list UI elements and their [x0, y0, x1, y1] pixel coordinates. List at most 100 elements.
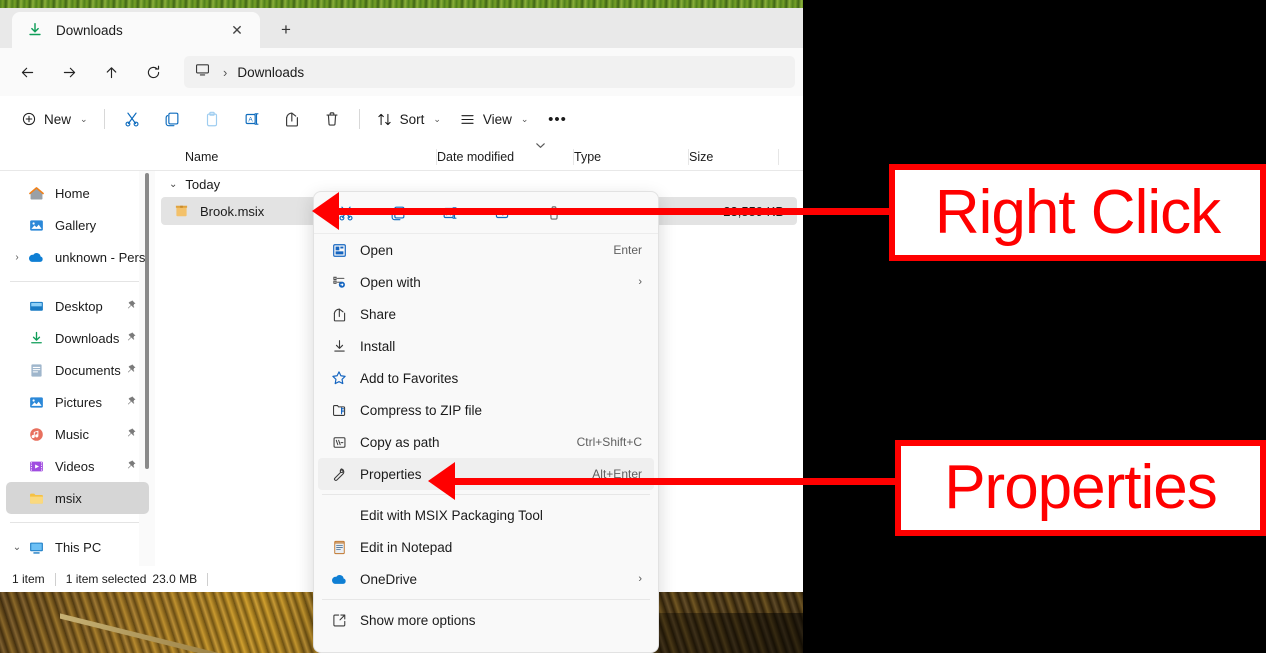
- copy-button[interactable]: [152, 103, 192, 135]
- tab-strip: Downloads ✕ +: [0, 8, 803, 48]
- screen: Downloads ✕ + › Downloads New ⌄ A Sort ⌄…: [0, 0, 1266, 653]
- address-bar[interactable]: › Downloads: [184, 56, 795, 88]
- column-header-label: Type: [574, 150, 602, 164]
- right-click-arrow-head: [312, 192, 339, 230]
- documents-icon: [26, 360, 46, 380]
- gallery-icon: [26, 215, 46, 235]
- annotation-properties-label: Properties: [944, 453, 1218, 522]
- column-header-size[interactable]: Size: [689, 143, 779, 171]
- menu-item-edit-with-msix-packaging-tool[interactable]: Edit with MSIX Packaging Tool: [318, 499, 654, 531]
- paste-button[interactable]: [192, 103, 232, 135]
- share-button[interactable]: [272, 103, 312, 135]
- msix-file-icon: [173, 202, 191, 220]
- sort-button[interactable]: Sort ⌄: [367, 103, 450, 135]
- refresh-button[interactable]: [135, 56, 171, 88]
- chevron-down-icon[interactable]: ⌄: [169, 179, 177, 190]
- close-icon[interactable]: ✕: [224, 17, 250, 43]
- sidebar-item-onedrive[interactable]: › unknown - Pers: [6, 241, 149, 273]
- menu-item-open-with[interactable]: Open with ›: [318, 266, 654, 298]
- sidebar-item-this-pc[interactable]: ⌄ This PC: [6, 531, 149, 563]
- menu-item-label: Show more options: [360, 612, 476, 628]
- context-menu-divider-2: [322, 599, 650, 600]
- share-icon: [328, 306, 350, 323]
- onedrive-icon: [328, 570, 350, 588]
- pin-icon[interactable]: [125, 363, 141, 378]
- pin-icon[interactable]: [125, 395, 141, 410]
- column-header-name[interactable]: Name: [185, 143, 437, 171]
- menu-item-add-to-favorites[interactable]: Add to Favorites: [318, 362, 654, 394]
- sidebar-item-home[interactable]: Home: [6, 177, 149, 209]
- new-tab-button[interactable]: +: [272, 16, 300, 44]
- right-click-arrow-line: [330, 208, 890, 215]
- menu-item-onedrive[interactable]: OneDrive ›: [318, 563, 654, 595]
- this-pc-icon[interactable]: [194, 61, 211, 83]
- sidebar-item-msix[interactable]: msix: [6, 482, 149, 514]
- sidebar-divider: [10, 281, 141, 282]
- pin-icon[interactable]: [125, 299, 141, 314]
- show-more-icon: [328, 612, 350, 629]
- menu-item-copy-as-path[interactable]: Copy as path Ctrl+Shift+C: [318, 426, 654, 458]
- sidebar-item-label: Desktop: [55, 298, 103, 314]
- cut-button[interactable]: [112, 103, 152, 135]
- download-icon: [26, 21, 44, 39]
- menu-item-edit-in-notepad[interactable]: Edit in Notepad: [318, 531, 654, 563]
- chevron-down-icon: ⌄: [80, 113, 88, 124]
- column-headers: Name Date modified Type Size: [0, 143, 803, 171]
- command-bar: New ⌄ A Sort ⌄ View ⌄ •••: [0, 96, 803, 143]
- sidebar-item-label: Gallery: [55, 217, 97, 233]
- chevron-right-icon: ›: [638, 276, 642, 288]
- pin-icon[interactable]: [125, 459, 141, 474]
- rename-button[interactable]: A: [232, 103, 272, 135]
- menu-item-compress-to-zip[interactable]: Compress to ZIP file: [318, 394, 654, 426]
- sidebar-item-gallery[interactable]: Gallery: [6, 209, 149, 241]
- column-header-date-modified[interactable]: Date modified: [437, 143, 574, 171]
- column-header-label: Name: [185, 150, 219, 164]
- menu-item-label: Edit in Notepad: [360, 539, 453, 555]
- chevron-right-icon[interactable]: ›: [8, 252, 26, 263]
- delete-button[interactable]: [312, 103, 352, 135]
- status-divider-2: [207, 572, 209, 586]
- chevron-down-icon[interactable]: ⌄: [8, 542, 26, 553]
- chevron-down-icon: ⌄: [520, 113, 529, 124]
- menu-item-install[interactable]: Install: [318, 330, 654, 362]
- sidebar-item-label: Music: [55, 426, 89, 442]
- star-icon: [328, 369, 350, 387]
- pin-icon[interactable]: [125, 331, 141, 346]
- up-button[interactable]: [93, 56, 129, 88]
- music-icon: [26, 424, 46, 444]
- sidebar-item-documents[interactable]: Documents: [6, 354, 149, 386]
- sidebar-item-desktop[interactable]: Desktop: [6, 290, 149, 322]
- menu-item-show-more-options[interactable]: Show more options: [318, 604, 654, 636]
- properties-arrow-head: [428, 462, 455, 500]
- context-menu-divider: [322, 494, 650, 495]
- home-icon: [26, 183, 46, 203]
- more-options-button[interactable]: •••: [537, 103, 577, 135]
- new-button[interactable]: New ⌄: [12, 103, 97, 135]
- desktop-icon: [26, 296, 46, 316]
- zip-icon: [328, 402, 350, 419]
- menu-item-share[interactable]: Share: [318, 298, 654, 330]
- open-icon: [328, 242, 350, 259]
- menu-item-properties[interactable]: Properties Alt+Enter: [318, 458, 654, 490]
- tab-downloads[interactable]: Downloads ✕: [12, 12, 260, 48]
- view-button-label: View: [482, 111, 512, 127]
- view-button[interactable]: View ⌄: [450, 103, 538, 135]
- sort-indicator-icon: [534, 139, 547, 155]
- forward-button[interactable]: [51, 56, 87, 88]
- back-button[interactable]: [9, 56, 45, 88]
- context-menu: A Open Enter Open with ›: [313, 191, 659, 653]
- sidebar-item-label: Documents: [55, 362, 121, 378]
- sidebar-item-videos[interactable]: Videos: [6, 450, 149, 482]
- sidebar-item-label: Pictures: [55, 394, 102, 410]
- menu-item-open[interactable]: Open Enter: [318, 234, 654, 266]
- breadcrumb-current[interactable]: Downloads: [237, 65, 304, 80]
- sidebar-item-pictures[interactable]: Pictures: [6, 386, 149, 418]
- sidebar-item-downloads[interactable]: Downloads: [6, 322, 149, 354]
- sidebar-item-music[interactable]: Music: [6, 418, 149, 450]
- this-pc-icon: [26, 537, 46, 557]
- navigation-bar: › Downloads: [0, 48, 803, 96]
- menu-item-accelerator: Enter: [613, 243, 642, 257]
- sidebar-divider-2: [10, 522, 141, 523]
- column-header-type[interactable]: Type: [574, 143, 689, 171]
- pin-icon[interactable]: [125, 427, 141, 442]
